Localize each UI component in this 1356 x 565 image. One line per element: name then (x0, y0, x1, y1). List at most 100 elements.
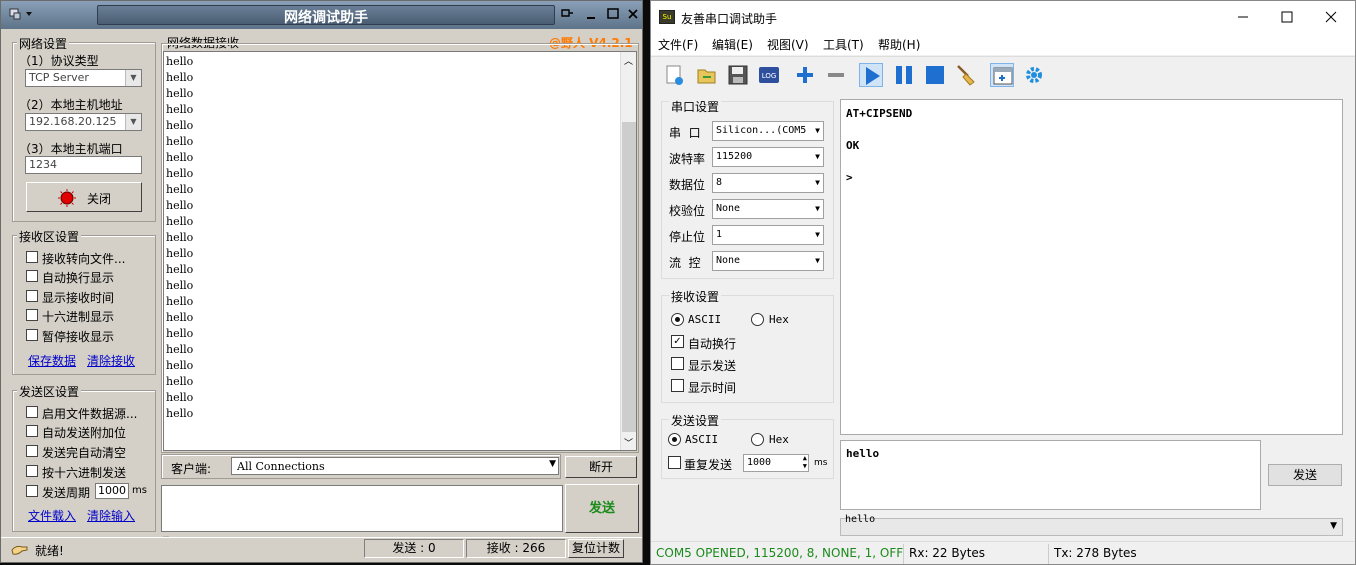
protocol-select[interactable]: TCP Server ▼ (25, 69, 142, 87)
send-hex-radio[interactable] (751, 433, 764, 446)
checkbox[interactable] (26, 485, 38, 497)
spinner-icon[interactable]: ▲ ▼ (803, 454, 807, 470)
send-text: hello (846, 447, 880, 460)
port-label: （3）本地主机端口 (19, 142, 123, 156)
reset-count-button[interactable]: 复位计数 (568, 539, 624, 558)
send-option-row[interactable]: 发送完自动清空 (26, 442, 151, 462)
port-setting-select[interactable]: 1 ▼ (712, 225, 824, 245)
recv-option-label: 自动换行显示 (42, 271, 115, 285)
chevron-down-icon: ▼ (125, 114, 141, 130)
save-icon[interactable] (726, 63, 750, 87)
menu-tools[interactable]: 工具(T) (823, 36, 864, 53)
vertical-scrollbar[interactable]: ︿ ﹀ (620, 52, 636, 450)
chevron-up-icon[interactable]: ︿ (624, 54, 633, 67)
port-setting-select[interactable]: 115200 ▼ (712, 147, 824, 167)
stop-icon[interactable] (923, 63, 947, 87)
send-period-unit: ms (132, 485, 147, 496)
send-input[interactable] (161, 485, 563, 532)
checkbox[interactable] (26, 425, 38, 437)
send-period-label: 发送周期 (42, 486, 91, 500)
port-setting-select[interactable]: None ▼ (712, 251, 824, 271)
auto-wrap-checkbox[interactable]: ✓ (671, 335, 684, 348)
show-send-checkbox[interactable] (671, 357, 684, 370)
repeat-send-checkbox[interactable] (668, 456, 681, 469)
checkbox[interactable] (26, 465, 38, 477)
receive-textarea[interactable]: AT+CIPSEND OK > (840, 99, 1343, 435)
recv-option-row[interactable]: 自动换行显示 (26, 267, 151, 287)
scrollbar-thumb[interactable] (622, 122, 636, 432)
menu-edit[interactable]: 编辑(E) (712, 36, 753, 53)
port-setting-select[interactable]: 8 ▼ (712, 173, 824, 193)
recv-option-row[interactable]: 十六进制显示 (26, 306, 151, 326)
pin-icon[interactable] (559, 6, 575, 22)
minimize-button[interactable] (583, 6, 599, 22)
receive-line: hello (166, 71, 194, 84)
recv-option-row[interactable]: 接收转向文件... (26, 248, 151, 268)
checkbox[interactable] (26, 251, 38, 263)
gear-icon[interactable] (1022, 63, 1046, 87)
send-history-select[interactable]: hello ▼ (840, 514, 1343, 536)
chevron-down-icon[interactable]: ﹀ (624, 436, 633, 449)
pause-icon[interactable] (892, 63, 916, 87)
port-setting-select[interactable]: Silicon...(COM5 ▼ (712, 121, 824, 141)
receive-settings-label: 接收区设置 (17, 228, 82, 245)
client-select[interactable]: All Connections ▼ (231, 457, 559, 475)
broom-icon[interactable] (954, 63, 978, 87)
receive-line: hello (166, 263, 194, 276)
clear-receive-link[interactable]: 清除接收 (87, 352, 135, 369)
port-settings-label: 串口设置 (669, 98, 722, 115)
close-button[interactable] (625, 6, 641, 22)
menu-file[interactable]: 文件(F) (658, 36, 698, 53)
checkbox[interactable] (26, 309, 38, 321)
checkbox[interactable] (26, 290, 38, 302)
checkbox[interactable] (26, 445, 38, 457)
recv-hex-radio[interactable] (751, 313, 764, 326)
play-icon[interactable] (859, 63, 883, 87)
send-option-row[interactable]: 启用文件数据源... (26, 403, 151, 423)
open-file-icon[interactable] (695, 63, 719, 87)
disconnect-button[interactable]: 断开 (565, 456, 637, 478)
recv-hex-label: Hex (769, 313, 789, 326)
repeat-send-label: 重复发送 (684, 458, 733, 472)
port-setting-select[interactable]: None ▼ (712, 199, 824, 219)
load-file-link[interactable]: 文件载入 (28, 507, 76, 524)
checkbox[interactable] (26, 406, 38, 418)
send-ascii-radio[interactable] (668, 433, 681, 446)
send-button[interactable]: 发送 (565, 484, 639, 533)
new-file-icon[interactable] (663, 63, 687, 87)
show-time-checkbox[interactable] (671, 379, 684, 392)
recv-option-row[interactable]: 暂停接收显示 (26, 326, 151, 346)
close-connection-button[interactable]: 关闭 (26, 182, 142, 212)
log-icon[interactable]: LOG (757, 63, 781, 87)
menu-help[interactable]: 帮助(H) (878, 36, 920, 53)
remove-icon[interactable] (824, 63, 848, 87)
menu-view[interactable]: 视图(V) (767, 36, 809, 53)
recv-option-row[interactable]: 显示接收时间 (26, 287, 151, 307)
port-input[interactable]: 1234 (25, 156, 142, 174)
repeat-interval-input[interactable]: 1000 ▲ ▼ (743, 454, 809, 472)
close-button[interactable] (1321, 7, 1341, 27)
receive-textarea[interactable]: hello hello hello hello hello hello hello hello… (163, 51, 637, 451)
send-option-row[interactable]: 按十六进制发送 (26, 462, 151, 482)
checkbox[interactable] (26, 270, 38, 282)
send-button[interactable]: 发送 (1268, 464, 1342, 486)
tx-count: Tx: 278 Bytes (1054, 546, 1137, 560)
clear-input-link[interactable]: 清除输入 (87, 507, 135, 524)
send-textarea[interactable]: hello (840, 440, 1261, 510)
host-select[interactable]: 192.168.20.125 ▼ (25, 113, 142, 131)
add-icon[interactable] (793, 63, 817, 87)
close-connection-label: 关闭 (87, 192, 112, 206)
add-window-icon[interactable] (990, 63, 1014, 87)
window-title: 友善串口调试助手 (681, 12, 778, 26)
minimize-button[interactable] (1233, 7, 1253, 27)
app-menu-icon[interactable] (9, 7, 32, 21)
receive-line: hello (166, 87, 194, 100)
maximize-button[interactable] (605, 6, 621, 22)
checkbox[interactable] (26, 329, 38, 341)
save-data-link[interactable]: 保存数据 (28, 352, 76, 369)
recv-ascii-radio[interactable] (671, 313, 684, 326)
sent-count: 发送 : 0 (364, 539, 464, 558)
maximize-button[interactable] (1277, 7, 1297, 27)
send-option-row[interactable]: 自动发送附加位 (26, 422, 151, 442)
send-period-input[interactable]: 1000 (95, 483, 129, 499)
